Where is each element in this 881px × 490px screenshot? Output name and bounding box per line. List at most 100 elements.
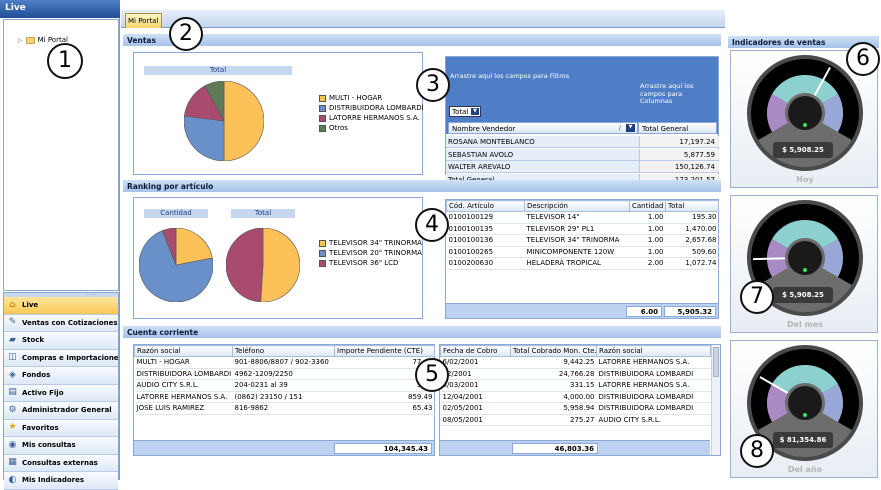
nav-item-admin[interactable]: ⚙ Administrador General xyxy=(4,402,118,420)
table-cell: 5,958.94 xyxy=(510,402,597,415)
column-header[interactable]: Cantidad xyxy=(629,200,666,212)
dropdown-arrow-icon[interactable]: ▼ xyxy=(626,124,635,132)
table-row[interactable]: 6/02/2001 9,442.25 LATORRE HERMANOS S.A. xyxy=(440,356,711,369)
table-row[interactable]: 08/05/2001 275.27 AUDIO CITY S.R.L. xyxy=(440,414,711,426)
nav-item-star[interactable]: ★ Favoritos xyxy=(4,419,118,437)
pivot-row[interactable]: ROSANA MONTEBLANCO 17,197.24 xyxy=(446,136,719,148)
nav-item-label: Administrador General xyxy=(22,406,112,415)
nav-item-sales[interactable]: ✎ Ventas con Cotizaciones xyxy=(4,314,118,332)
nav-item-indicator[interactable]: ◐ Mis Indicadores xyxy=(4,472,118,490)
table-row[interactable]: 0100100129 TELEVISOR 14" 1.00 195.30 xyxy=(446,211,719,224)
table-row[interactable]: 8/03/2001 331.15 LATORRE HERMANOS S.A. xyxy=(440,379,711,392)
table-cell: JOSE LUIS RAMIREZ xyxy=(134,402,233,415)
table-cell: 1,470.00 xyxy=(665,223,719,235)
legend-label: DISTRIBUIDORA LOMBARDI xyxy=(329,104,424,112)
sort-icon[interactable]: / xyxy=(619,124,621,132)
table-row[interactable]: 02/05/2001 5,958.94 DISTRIBUIDORA LOMBARDI xyxy=(440,402,711,415)
nav-item-label: Stock xyxy=(22,336,45,345)
nav-item-cart[interactable]: ◫ Compras e Importaciones xyxy=(4,349,118,367)
table-row[interactable]: 0100100135 TELEVISOR 29" PL1 1.00 1,470.00 xyxy=(446,223,719,235)
table-cell: TELEVISOR 14" xyxy=(524,211,630,224)
pivot-grid[interactable]: Arrastre aquí los campos para Filtros Ar… xyxy=(445,56,719,186)
column-header[interactable]: Total Cobrado Mon. Cte. xyxy=(510,345,597,357)
table-cell: HELADERA TROPICAL xyxy=(524,257,630,270)
callout-number: 8 xyxy=(740,434,774,468)
ranking-grid[interactable]: Cód. Artículo Descripción Cantidad Total 01… xyxy=(445,199,719,319)
ranking-header: Ranking por artículo xyxy=(123,180,721,192)
column-header[interactable]: Razón social xyxy=(596,345,711,357)
ventas-pie-chart xyxy=(184,81,264,161)
table-row[interactable]: MULTI - HOGAR901-8806/8807 / 902-336077,… xyxy=(134,356,435,369)
pendientes-grid[interactable]: Razón social Teléfono Importe Pendiente (C… xyxy=(133,344,435,456)
home-icon: ⌂ xyxy=(9,299,16,310)
table-row[interactable]: LATORRE HERMANOS S.A. (0862) 23150 / 151 8… xyxy=(134,391,435,403)
table-cell: 859.49 xyxy=(334,391,435,403)
gauge-led xyxy=(803,268,807,272)
column-header[interactable]: Total xyxy=(665,200,719,212)
indicadores-panel: Indicadores de ventas $ 5,908.25 Hoy $ 5,9… xyxy=(726,33,881,480)
pivot-row[interactable]: WALTER AREVALO 150,126.74 xyxy=(446,161,719,173)
table-cell: 1,072.74 xyxy=(665,257,719,270)
tab-mi-portal[interactable]: Mi Portal xyxy=(125,13,162,28)
legend-item: DISTRIBUIDORA LOMBARDI xyxy=(319,103,424,113)
callout-number: 5 xyxy=(415,358,449,392)
scrollbar-thumb[interactable] xyxy=(713,347,719,377)
legend-label: MULTI - HOGAR xyxy=(329,94,383,102)
column-header[interactable]: Cód. Artículo xyxy=(446,200,525,212)
nav-item-truck[interactable]: ▰ Stock xyxy=(4,332,118,350)
table-cell: TELEVISOR 34" TRINORMA xyxy=(524,234,630,247)
cantidad-chart-title: Cantidad xyxy=(144,209,208,218)
pendientes-total: 104,345.43 xyxy=(334,443,432,454)
nav-item-asset[interactable]: ▤ Activo Fijo xyxy=(4,384,118,402)
table-row[interactable]: DISTRIBUIDORA LOMBARDI4962-1209/225022,6 xyxy=(134,368,435,380)
navigation-bar: ······· ⌂ Live ✎ Ventas con Cotizaciones ▰ St… xyxy=(3,292,119,490)
seller-name: WALTER AREVALO xyxy=(448,163,511,171)
table-row[interactable]: JOSE LUIS RAMIREZ 816-9862 65.43 xyxy=(134,402,435,415)
dropdown-arrow-icon[interactable]: ▼ xyxy=(471,108,479,115)
column-header[interactable]: Importe Pendiente (CTE) xyxy=(334,345,435,357)
cuenta-header: Cuenta corriente xyxy=(123,326,721,338)
gauge-value: $ 5,908.25 xyxy=(773,142,833,158)
table-cell: 195.30 xyxy=(665,211,719,224)
row-field-header[interactable]: Nombre Vendedor / ▼ xyxy=(448,122,638,134)
table-row[interactable]: AUDIO CITY S.R.L.204-0231 al 393,27 xyxy=(134,379,435,392)
pendientes-table: Razón social Teléfono Importe Pendiente (C… xyxy=(134,345,435,415)
legend-swatch xyxy=(319,259,326,267)
nav-item-label: Compras e Importaciones xyxy=(22,353,118,362)
table-row[interactable]: 12/04/2001 4,000.00 DISTRIBUIDORA LOMBARDI xyxy=(440,391,711,403)
filter-drop-zone[interactable]: Arrastre aquí los campos para Filtros xyxy=(450,72,569,80)
ranking-chart-panel: Cantidad Total TELEVISOR 34" TRINORMA TE… xyxy=(133,197,423,319)
total-select[interactable]: Total ▼ xyxy=(449,106,481,117)
column-header[interactable]: Razón social xyxy=(134,345,233,357)
total-select-value: Total xyxy=(452,108,469,116)
seller-name: ROSANA MONTEBLANCO xyxy=(448,138,535,146)
vertical-scrollbar[interactable] xyxy=(711,345,720,455)
pivot-row[interactable]: SEBASTIAN AVOLO 5,877.59 xyxy=(446,148,719,161)
nav-item-label: Favoritos xyxy=(22,423,59,432)
column-header[interactable]: Fecha de Cobro xyxy=(440,345,511,357)
table-cell: 65.43 xyxy=(334,402,435,415)
nav-item-funds[interactable]: ◈ Fondos xyxy=(4,367,118,385)
column-header[interactable]: Descripción xyxy=(524,200,630,212)
nav-item-home[interactable]: ⌂ Live xyxy=(4,297,118,315)
nav-item-label: Consultas externas xyxy=(22,458,98,467)
table-cell: 4962-1209/2250 xyxy=(232,368,335,380)
table-cell: 0100100135 xyxy=(446,223,525,235)
table-row[interactable]: 0100100265 MINICOMPONENTE 120W 1.00 509.60 xyxy=(446,246,719,258)
legend-swatch xyxy=(319,249,326,257)
table-cell: 0100100129 xyxy=(446,211,525,224)
gauge-value: $ 5,908.25 xyxy=(773,287,833,303)
column-drop-zone[interactable]: Arrastre aquí los campos para Columnas xyxy=(640,82,714,106)
table-cell: 24,766.28 xyxy=(510,368,597,380)
expand-icon[interactable]: ▷ xyxy=(18,37,23,44)
column-header[interactable]: Teléfono xyxy=(232,345,335,357)
table-row[interactable]: 0100100136 TELEVISOR 34" TRINORMA 1.00 2,65… xyxy=(446,234,719,247)
nav-item-query[interactable]: ◉ Mis consultas xyxy=(4,437,118,455)
legend-item: MULTI - HOGAR xyxy=(319,93,424,103)
nav-item-external[interactable]: ▦ Consultas externas xyxy=(4,454,118,472)
table-row[interactable]: 0100200630 HELADERA TROPICAL 2.00 1,072.74 xyxy=(446,257,719,270)
column-total-header: Total General xyxy=(638,122,717,134)
nav-item-label: Mis consultas xyxy=(22,441,76,450)
cobros-grid[interactable]: Fecha de Cobro Total Cobrado Mon. Cte. Raz… xyxy=(439,344,721,456)
table-row[interactable]: 02/2001 24,766.28 DISTRIBUIDORA LOMBARDI xyxy=(440,368,711,380)
